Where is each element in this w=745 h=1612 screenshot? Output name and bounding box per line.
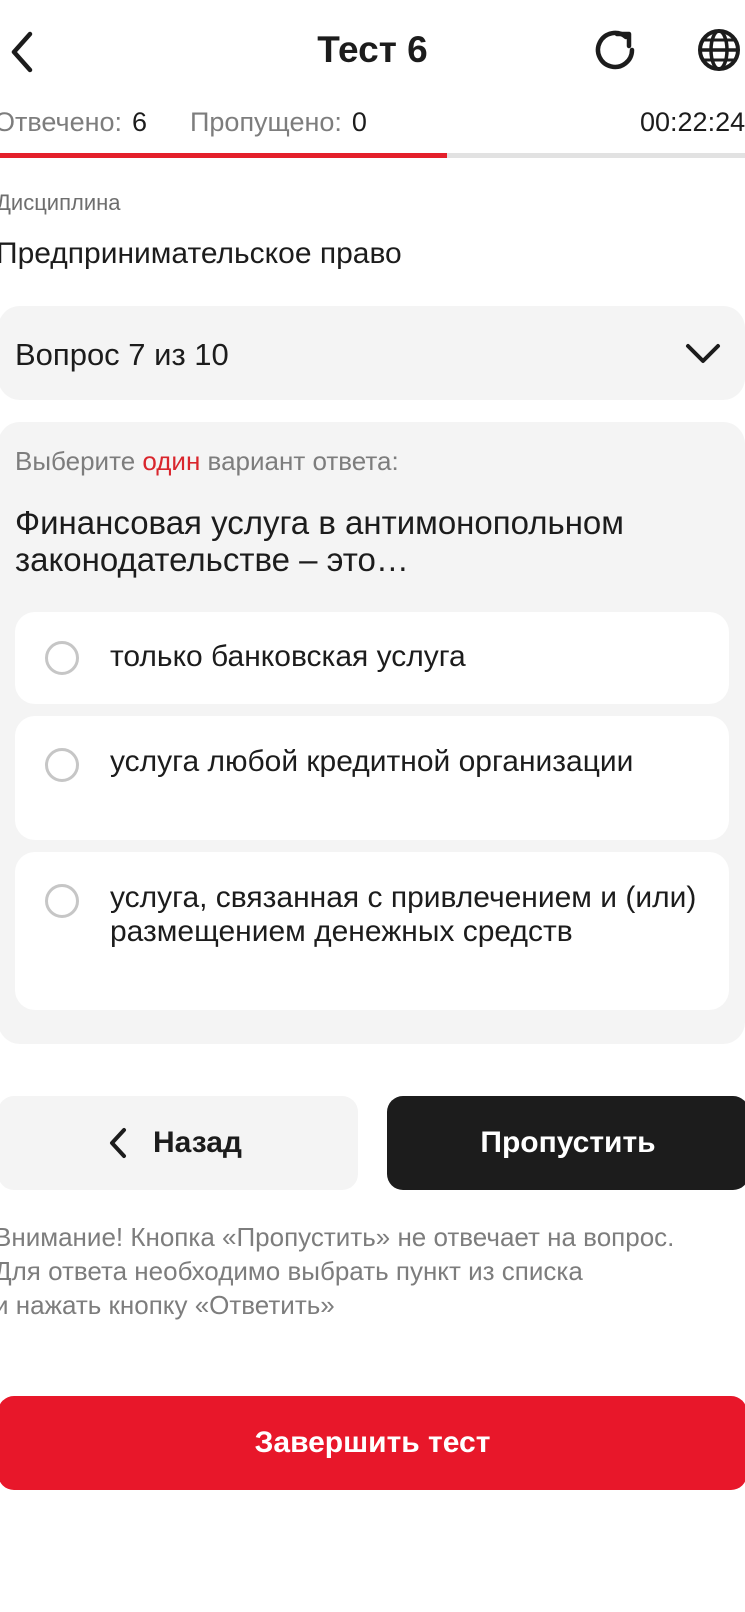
skipped-value: 0	[351, 107, 367, 137]
skip-button[interactable]: Пропустить	[387, 1096, 745, 1190]
instruction-text: Выберите	[15, 446, 143, 476]
question-selector-label: Вопрос 7 из 10	[15, 337, 229, 372]
answer-option[interactable]: только банковская услуга	[15, 612, 729, 704]
radio-button[interactable]	[45, 748, 79, 782]
skip-button-label: Пропустить	[480, 1126, 656, 1159]
answer-option[interactable]: услуга любой кредитной организации	[15, 716, 729, 840]
globe-icon[interactable]	[694, 24, 744, 76]
answered-stat: Отвечено: 6	[0, 104, 147, 140]
timer: 00:22:24	[640, 107, 745, 137]
answer-option[interactable]: услуга, связанная с привлечением и (или)…	[15, 852, 729, 1010]
question-card: Выберите один вариант ответа: Финансовая…	[0, 422, 745, 1044]
radio-button[interactable]	[45, 884, 79, 918]
back-button[interactable]: Назад	[0, 1096, 358, 1190]
discipline-value: Предпринимательское право	[0, 237, 402, 270]
answer-option-text: услуга, связанная с привлечением и (или)…	[110, 881, 697, 948]
back-button-label: Назад	[153, 1126, 242, 1159]
finish-test-button-label: Завершить тест	[254, 1426, 491, 1459]
progress-bar-fill	[0, 153, 447, 158]
answer-option-text: услуга любой кредитной организации	[110, 745, 634, 778]
chevron-left-icon	[106, 1126, 130, 1160]
skipped-stat: Пропущено: 0	[190, 104, 367, 140]
refresh-icon[interactable]	[592, 24, 642, 76]
instruction-accent: один	[142, 446, 201, 476]
radio-button[interactable]	[45, 641, 79, 675]
finish-test-button[interactable]: Завершить тест	[0, 1396, 745, 1490]
discipline-label: Дисциплина	[0, 190, 121, 215]
answered-label: Отвечено:	[0, 107, 123, 137]
question-selector[interactable]: Вопрос 7 из 10	[0, 306, 745, 400]
answer-option-text: только банковская услуга	[110, 640, 466, 673]
skip-notice: Внимание! Кнопка «Пропустить» не отвечае…	[0, 1222, 675, 1320]
answered-value: 6	[132, 107, 148, 137]
skipped-label: Пропущено:	[190, 107, 342, 137]
instruction-text-end: вариант ответа:	[200, 446, 399, 476]
question-text: Финансовая услуга в антимонопольном зако…	[15, 504, 624, 578]
progress-bar	[0, 153, 745, 158]
answer-instruction: Выберите один вариант ответа:	[15, 444, 399, 478]
chevron-down-icon	[684, 338, 722, 368]
